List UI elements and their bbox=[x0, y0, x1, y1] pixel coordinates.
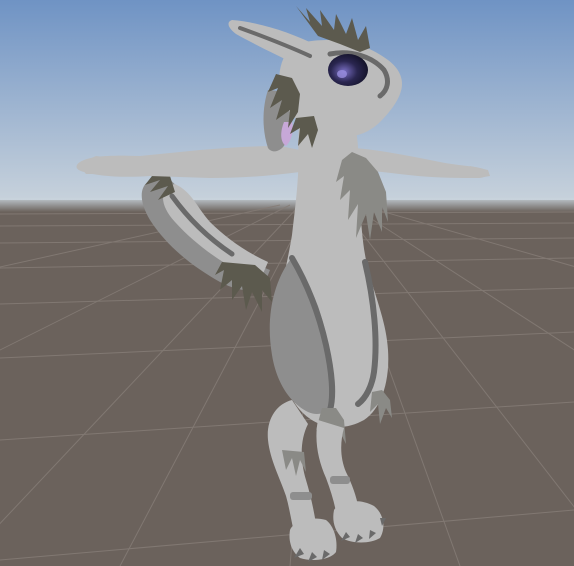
eye-highlight bbox=[337, 70, 347, 78]
ankle-band-right bbox=[330, 476, 350, 484]
scene-viewport[interactable] bbox=[0, 0, 574, 566]
scene-canvas[interactable] bbox=[0, 0, 574, 566]
horizon-haze bbox=[0, 198, 574, 212]
ankle-band-left bbox=[290, 492, 312, 500]
eye bbox=[328, 54, 368, 86]
